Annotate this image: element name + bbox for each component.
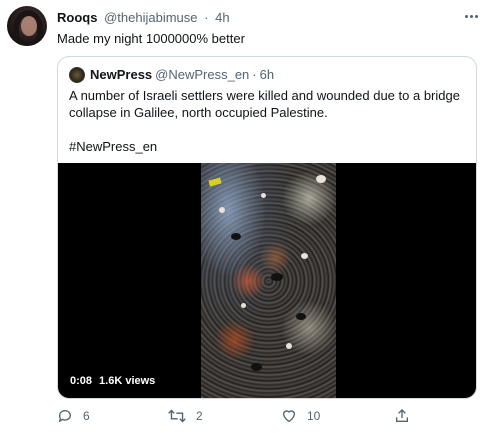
video-frame: [201, 163, 336, 398]
share-icon: [394, 408, 410, 424]
avatar-face-shape: [21, 16, 37, 36]
author-avatar[interactable]: [7, 6, 47, 46]
video-info: 0:08 1.6K views: [70, 375, 155, 387]
retweet-count: 2: [196, 409, 203, 423]
reply-icon: [57, 408, 73, 424]
reply-count: 6: [83, 409, 90, 423]
tweet-actions: 6 2 10: [57, 408, 477, 428]
tweet-time[interactable]: 4h: [215, 10, 229, 25]
video-frame-flag-shape: [208, 177, 222, 187]
quoted-tweet-time[interactable]: 6h: [260, 67, 274, 83]
retweet-button[interactable]: 2: [168, 408, 203, 424]
reply-button[interactable]: 6: [57, 408, 90, 424]
quoted-tweet-text: A number of Israeli settlers were killed…: [69, 88, 460, 120]
tweet-header: Rooqs @thehijabimuse · 4h: [57, 10, 230, 26]
video-elapsed-time: 0:08: [70, 375, 93, 387]
tweet[interactable]: Rooqs @thehijabimuse · 4h Made my night …: [0, 0, 487, 433]
more-icon[interactable]: [462, 10, 480, 22]
video-view-count: 1.6K views: [99, 375, 156, 387]
quoted-header-separator: ·: [252, 67, 257, 82]
like-count: 10: [307, 409, 321, 423]
header-separator: ·: [204, 10, 209, 25]
quoted-tweet-header: NewPress @NewPress_en · 6h: [69, 67, 274, 83]
quoted-author-handle[interactable]: @NewPress_en: [155, 67, 249, 83]
like-button[interactable]: 10: [281, 408, 320, 424]
tweet-text: Made my night 1000000% better: [57, 31, 245, 46]
retweet-icon: [168, 408, 186, 424]
author-handle[interactable]: @thehijabimuse: [104, 10, 197, 25]
quoted-author-name[interactable]: NewPress: [90, 67, 152, 83]
heart-icon: [281, 408, 297, 424]
quoted-tweet[interactable]: NewPress @NewPress_en · 6h A number of I…: [57, 56, 477, 399]
author-name[interactable]: Rooqs: [57, 10, 97, 25]
quoted-hashtag[interactable]: #NewPress_en: [69, 138, 157, 155]
share-button[interactable]: [394, 408, 410, 424]
video-player[interactable]: 0:08 1.6K views: [58, 163, 476, 398]
quoted-author-avatar[interactable]: [69, 67, 85, 83]
